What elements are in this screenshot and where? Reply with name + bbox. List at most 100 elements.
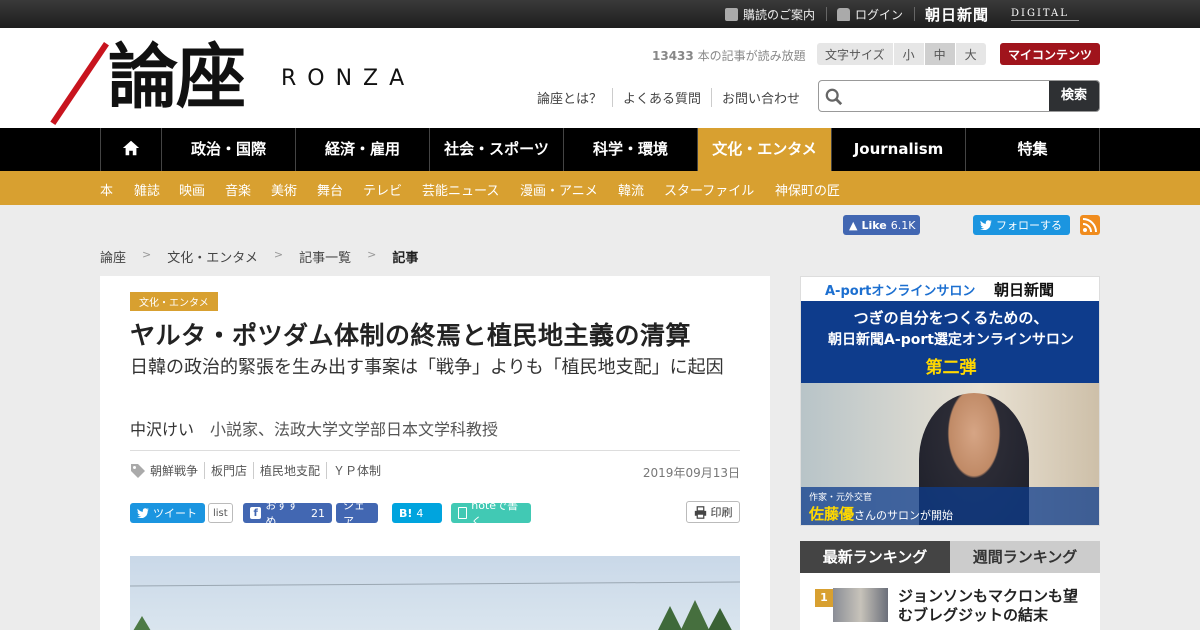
subnav-item[interactable]: 音楽 [225, 180, 251, 199]
facebook-share-button[interactable]: シェア [336, 499, 378, 528]
search-input[interactable] [847, 81, 1047, 111]
ad-caption-name: 佐藤優 [809, 505, 855, 523]
thumbs-up-icon: ▲ [849, 218, 858, 232]
share-bar: ツイート list f おすすめ 21 シェア B! 4 noteで書く [130, 499, 531, 528]
breadcrumb-category[interactable]: 文化・エンタメ [167, 247, 258, 266]
ad-caption: 作家・元外交官 佐藤優さんのサロンが開始 [801, 487, 1099, 525]
nav-culture[interactable]: 文化・エンタメ [698, 128, 832, 171]
rss-icon[interactable] [1080, 215, 1100, 235]
font-size-label: 文字サイズ [817, 43, 893, 65]
search-icon [825, 88, 843, 106]
my-contents-button[interactable]: マイコンテンツ [1000, 43, 1100, 65]
article-title: ヤルタ・ポツダム体制の終焉と植民地主義の清算 [130, 321, 692, 350]
tag-list: 朝鮮戦争 板門店 植民地支配 ＹＰ体制 [130, 462, 387, 479]
subnav-item[interactable]: 韓流 [618, 180, 644, 199]
twitter-bird-icon [980, 220, 992, 230]
twitter-follow-button[interactable]: フォローする [973, 215, 1070, 235]
subnav-item[interactable]: 神保町の匠 [775, 180, 840, 199]
photo-trees [130, 581, 740, 630]
site-logo[interactable]: 論座 [108, 34, 246, 120]
subnav-item[interactable]: 芸能ニュース [422, 180, 499, 199]
salon-advertisement[interactable]: A-portオンラインサロン 朝日新聞 つぎの自分をつくるための、 朝日新聞A-… [800, 276, 1100, 526]
main-nav: 政治・国際 経済・雇用 社会・スポーツ 科学・環境 文化・エンタメ Journa… [0, 128, 1200, 171]
tag-item[interactable]: 植民地支配 [253, 462, 326, 479]
search-box: 検索 [818, 80, 1100, 112]
digital-label: DIGITAL [1011, 8, 1069, 19]
publish-date: 2019年09月13日 [642, 466, 740, 480]
hatena-bookmark-button[interactable]: B! 4 [392, 503, 442, 523]
nav-science[interactable]: 科学・環境 [564, 128, 698, 171]
breadcrumb-separator: > [273, 248, 284, 261]
article-photo [130, 556, 740, 630]
twitter-list-button[interactable]: list [208, 503, 233, 523]
note-write-button[interactable]: noteで書く [451, 499, 531, 528]
login-link[interactable]: ログイン [837, 6, 903, 23]
subnav-item[interactable]: 美術 [271, 180, 297, 199]
subscribe-link[interactable]: 購読のご案内 [725, 6, 815, 23]
breadcrumb-home[interactable]: 論座 [100, 247, 126, 266]
header-links: 論座とは？ よくある質問 お問い合わせ [537, 88, 810, 107]
faq-link[interactable]: よくある質問 [612, 88, 711, 107]
nav-society[interactable]: 社会・スポーツ [430, 128, 564, 171]
tab-weekly-ranking[interactable]: 週間ランキング [950, 541, 1100, 573]
twitter-follow-label: フォローする [996, 219, 1062, 232]
divider [1011, 20, 1079, 21]
rank-number: 1 [815, 589, 833, 607]
asahi-brand[interactable]: 朝日新聞 [925, 4, 989, 25]
nav-politics[interactable]: 政治・国際 [162, 128, 296, 171]
ad-header: A-portオンラインサロン 朝日新聞 [801, 277, 1099, 301]
nav-economy[interactable]: 経済・雇用 [296, 128, 430, 171]
category-badge[interactable]: 文化・エンタメ [130, 292, 218, 311]
breadcrumb: 論座 > 文化・エンタメ > 記事一覧 > 記事 [100, 247, 418, 266]
facebook-icon: f [250, 507, 262, 519]
tag-item[interactable]: 朝鮮戦争 [150, 462, 204, 479]
tag-item[interactable]: 板門店 [204, 462, 253, 479]
fb-like-label: Like [861, 218, 887, 232]
tag-item[interactable]: ＹＰ体制 [326, 462, 387, 479]
twitter-bird-icon [137, 508, 149, 518]
facebook-recommend-button[interactable]: f おすすめ 21 [243, 499, 332, 528]
divider [914, 7, 915, 21]
ad-caption-rest: さんのサロンが開始 [854, 509, 954, 522]
tab-latest-ranking[interactable]: 最新ランキング [800, 541, 950, 573]
hatena-count: 4 [416, 506, 424, 520]
font-size-medium[interactable]: 中 [923, 43, 955, 65]
about-link[interactable]: 論座とは？ [537, 88, 612, 107]
rank-title[interactable]: ジョンソンもマクロンも望むブレグジットの結末 [898, 587, 1088, 625]
login-label: ログイン [855, 8, 904, 22]
fb-recommend-label: おすすめ [265, 499, 299, 528]
contact-link[interactable]: お問い合わせ [711, 88, 810, 107]
nav-home[interactable] [100, 128, 162, 171]
search-button[interactable]: 検索 [1049, 81, 1099, 111]
breadcrumb-list[interactable]: 記事一覧 [299, 247, 351, 266]
tweet-button[interactable]: ツイート [130, 503, 205, 523]
author-name[interactable]: 中沢けい [130, 420, 194, 439]
article-subtitle: 日韓の政治的緊張を生み出す事案は「戦争」よりも「植民地支配」に起因 [130, 357, 724, 378]
top-utility-bar: 購読のご案内 ログイン 朝日新聞 DIGITAL [0, 0, 1200, 28]
nav-journalism[interactable]: Journalism [832, 128, 966, 171]
subnav-item[interactable]: 映画 [179, 180, 205, 199]
divider [130, 450, 740, 451]
subnav-item[interactable]: テレビ [363, 180, 402, 199]
subnav-item[interactable]: 本 [100, 180, 113, 199]
font-size-small[interactable]: 小 [892, 43, 924, 65]
subnav-item[interactable]: 雑誌 [134, 180, 160, 199]
tweet-label: ツイート [153, 507, 197, 520]
subnav-item[interactable]: スターファイル [664, 180, 754, 199]
rank-thumbnail[interactable] [833, 588, 888, 622]
subnav-item[interactable]: 漫画・アニメ [520, 180, 598, 199]
divider [826, 7, 827, 21]
font-size-large[interactable]: 大 [954, 43, 986, 65]
facebook-like-button[interactable]: ▲ Like 6.1K [843, 215, 920, 235]
note-icon [458, 507, 468, 519]
ad-caption-name-line: 佐藤優さんのサロンが開始 [809, 503, 953, 524]
nav-special[interactable]: 特集 [966, 128, 1100, 171]
reading-count: 13433 本の記事が読み放題 [652, 47, 806, 64]
ad-aport-label: A-portオンラインサロン [825, 284, 976, 299]
note-label: noteで書く [471, 499, 519, 528]
breadcrumb-separator: > [142, 248, 152, 261]
print-button[interactable]: 印刷 [686, 501, 740, 523]
subnav-item[interactable]: 舞台 [317, 180, 343, 199]
printer-icon [694, 505, 706, 519]
breadcrumb-separator: > [367, 248, 377, 261]
